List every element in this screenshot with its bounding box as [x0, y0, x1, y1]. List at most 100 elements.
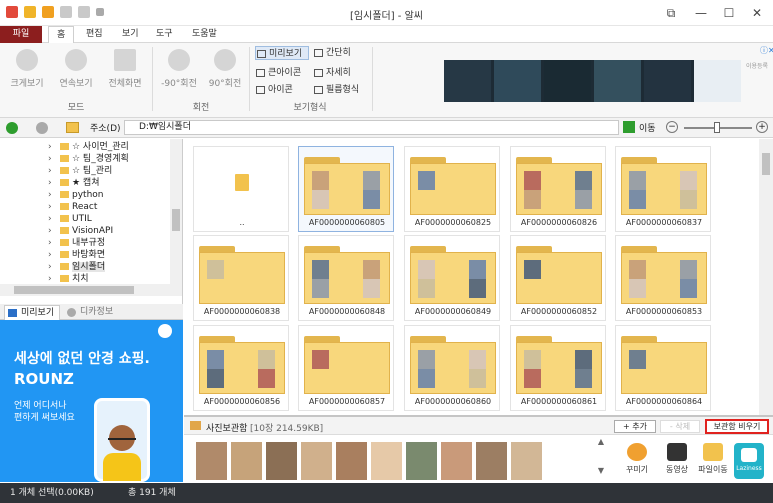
- photo-box-thumbnail[interactable]: [336, 442, 367, 480]
- folder-item[interactable]: AF0000000060853: [615, 235, 711, 321]
- tree-item[interactable]: › 바탕화면: [48, 249, 105, 261]
- folder-item[interactable]: AF0000000060852: [510, 235, 606, 321]
- tree-item[interactable]: › React: [48, 201, 97, 213]
- laziness-badge[interactable]: Laziness: [734, 443, 764, 479]
- rotate-right-icon: [214, 49, 236, 71]
- scroll-down-icon[interactable]: ▼: [596, 466, 606, 475]
- slider-handle[interactable]: [714, 122, 720, 133]
- tree-scrollbar[interactable]: [170, 139, 182, 284]
- view-details-option[interactable]: 자세히: [313, 66, 351, 80]
- parent-folder-item[interactable]: ..: [193, 146, 289, 232]
- photo-box-thumbnail[interactable]: [266, 442, 297, 480]
- folder-icon: [304, 336, 390, 394]
- tree-item-selected[interactable]: › 임시폴더: [48, 261, 106, 273]
- tab-edit[interactable]: 편집: [78, 26, 111, 43]
- folder-item[interactable]: AF0000000060849: [404, 235, 500, 321]
- folder-item[interactable]: AF0000000060837: [615, 146, 711, 232]
- large-view-button[interactable]: 크게보기: [4, 46, 50, 92]
- photo-box-thumbnail[interactable]: [441, 442, 472, 480]
- ad-info-icon[interactable]: ⓘ✕: [760, 45, 773, 56]
- address-input[interactable]: D:₩임시폴더: [124, 120, 619, 135]
- restore-layout-button[interactable]: ⧉: [660, 4, 682, 22]
- slideshow-button[interactable]: 연속보기: [53, 46, 99, 92]
- go-icon[interactable]: [623, 121, 635, 133]
- tab-tools[interactable]: 도구: [148, 26, 181, 43]
- photo-box-thumbnail[interactable]: [476, 442, 507, 480]
- photo-thumbnail: [680, 190, 697, 209]
- folder-name: AF0000000060837: [625, 218, 703, 227]
- tab-help[interactable]: 도움말: [184, 26, 225, 43]
- folder-icon: [410, 336, 496, 394]
- photo-thumbnail: [207, 369, 224, 388]
- tree-hscrollbar[interactable]: [0, 284, 182, 296]
- minimize-button[interactable]: —: [690, 4, 712, 22]
- rotate-left-button[interactable]: -90°회전: [156, 46, 202, 92]
- folder-item[interactable]: AF0000000060848: [298, 235, 394, 321]
- tree-item[interactable]: › VisionAPI: [48, 225, 113, 237]
- view-simple-option[interactable]: 간단히: [313, 46, 351, 60]
- tree-item[interactable]: › ★ 캡쳐: [48, 177, 100, 189]
- group-label-view-format: 보기형식: [293, 103, 327, 113]
- folder-item[interactable]: AF0000000060860: [404, 325, 500, 411]
- tab-home[interactable]: 홈: [48, 26, 75, 44]
- close-button[interactable]: ✕: [746, 4, 768, 22]
- photo-box-thumbnail[interactable]: [511, 442, 542, 480]
- zoom-in-icon[interactable]: +: [756, 121, 768, 133]
- scrollbar-thumb[interactable]: [172, 209, 180, 231]
- go-button[interactable]: 이동: [639, 121, 656, 134]
- preview-ad-panel[interactable]: 세상에 없던 안경 쇼핑. ROUNZ 언제 어디서나 편하게 써보세요: [0, 320, 183, 482]
- folder-item[interactable]: AF0000000060805: [298, 146, 394, 232]
- folder-item[interactable]: AF0000000060857: [298, 325, 394, 411]
- tree-item[interactable]: › ☆ 사이먼_관리: [48, 141, 129, 153]
- tree-item[interactable]: › ☆ 팀_경영계획: [48, 153, 129, 165]
- view-large-icon-option[interactable]: 큰아이콘: [255, 66, 301, 80]
- scrollbar-thumb[interactable]: [762, 153, 770, 175]
- move-file-tool[interactable]: 파일이동: [695, 443, 731, 475]
- folder-item[interactable]: AF0000000060825: [404, 146, 500, 232]
- folder-item[interactable]: AF0000000060856: [193, 325, 289, 411]
- tree-item[interactable]: › python: [48, 189, 103, 201]
- photo-box-thumbnail[interactable]: [406, 442, 437, 480]
- forward-icon[interactable]: [36, 122, 48, 134]
- photo-box-thumbnail[interactable]: [301, 442, 332, 480]
- photo-thumbnail: [312, 350, 329, 369]
- tree-item[interactable]: › UTIL: [48, 213, 92, 225]
- photo-box-thumbnail[interactable]: [196, 442, 227, 480]
- maximize-button[interactable]: ☐: [718, 4, 740, 22]
- video-tool[interactable]: 동영상: [659, 443, 695, 475]
- folder-icon: [60, 179, 69, 186]
- scrollbar-thumb[interactable]: [14, 286, 134, 294]
- photo-thumbnail: [418, 350, 435, 369]
- scroll-up-icon[interactable]: ▲: [596, 437, 606, 446]
- rotate-right-button[interactable]: 90°회전: [202, 46, 248, 92]
- photo-box-thumbnail[interactable]: [231, 442, 262, 480]
- decorate-tool[interactable]: 꾸미기: [619, 443, 655, 475]
- view-preview-option[interactable]: 미리보기: [255, 46, 309, 60]
- up-folder-icon[interactable]: [66, 122, 79, 133]
- fullscreen-button[interactable]: 전체화면: [102, 46, 148, 92]
- delete-photo-button[interactable]: - 삭제: [660, 420, 700, 433]
- tab-preview[interactable]: 미리보기: [4, 305, 60, 320]
- folder-item[interactable]: AF0000000060861: [510, 325, 606, 411]
- zoom-out-icon[interactable]: −: [666, 121, 678, 133]
- photo-scroll[interactable]: ▲ ▼: [596, 437, 606, 483]
- photo-thumbnail: [524, 190, 541, 209]
- view-film-option[interactable]: 필름형식: [313, 83, 359, 97]
- view-icon-option[interactable]: 아이콘: [255, 83, 293, 97]
- folder-item[interactable]: AF0000000060864: [615, 325, 711, 411]
- folder-item[interactable]: AF0000000060838: [193, 235, 289, 321]
- back-icon[interactable]: [6, 122, 18, 134]
- add-photo-button[interactable]: + 추가: [614, 420, 656, 433]
- tree-item[interactable]: › 내부규정: [48, 237, 105, 249]
- ribbon-ad-banner[interactable]: [444, 60, 741, 102]
- folder-item[interactable]: AF0000000060826: [510, 146, 606, 232]
- photo-box-thumbnail[interactable]: [371, 442, 402, 480]
- tree-item[interactable]: › ☆ 팀_관리: [48, 165, 112, 177]
- file-grid-scrollbar[interactable]: [759, 139, 773, 415]
- tab-camera-info[interactable]: 디카정보: [64, 305, 113, 320]
- tab-file[interactable]: 파일: [0, 26, 42, 43]
- empty-photo-box-button[interactable]: 보관함 비우기: [705, 419, 769, 434]
- tab-view[interactable]: 보기: [114, 26, 147, 43]
- file-grid: .. AF0000000060805 AF0000000060825 AF00000…: [184, 139, 773, 415]
- folder-icon: [60, 275, 69, 282]
